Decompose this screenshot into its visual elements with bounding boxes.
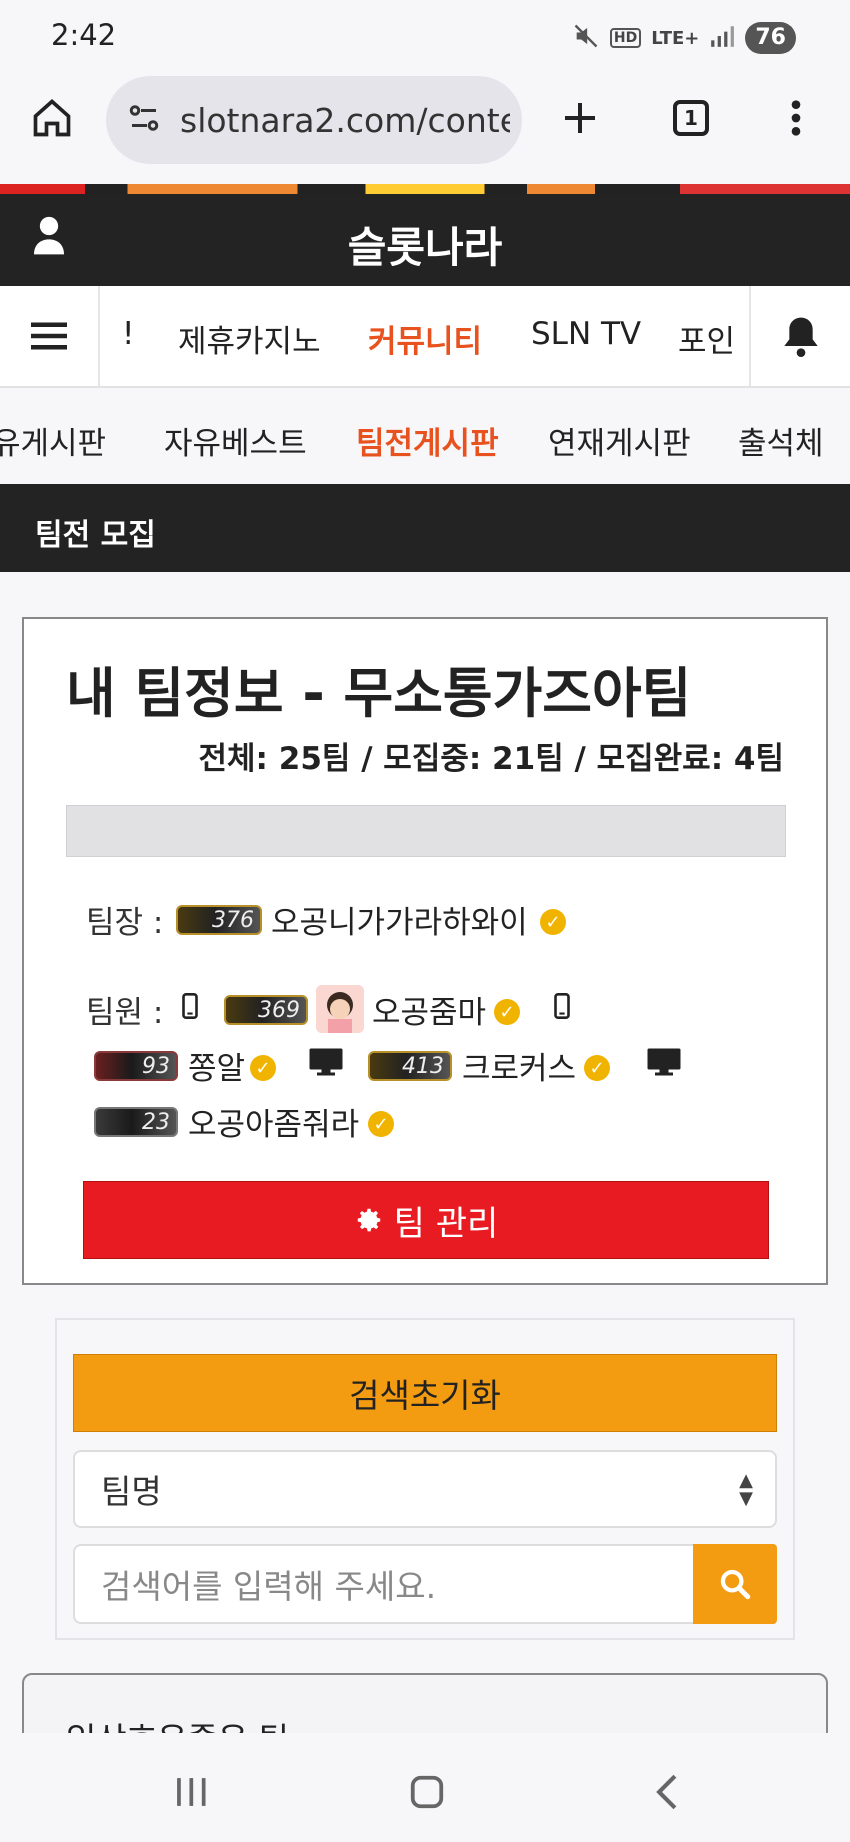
tab-switcher-button[interactable]: 1 (663, 90, 719, 146)
member-name[interactable]: 오공아좀줘라 (188, 1099, 359, 1144)
mobile-icon (554, 993, 570, 1023)
verified-icon: ✓ (250, 1055, 276, 1081)
site-logo[interactable]: 슬롯나라 (0, 214, 850, 275)
top-banner-strip (0, 184, 850, 194)
search-type-select[interactable]: 팀명 ▲ ▼ (73, 1450, 777, 1528)
verified-icon: ✓ (494, 999, 520, 1025)
desktop-icon (308, 1047, 344, 1081)
search-panel: 검색초기화 팀명 ▲ ▼ 검색어를 입력해 주세요. (55, 1318, 795, 1640)
team-stats: 전체: 25팀 / 모집중: 21팀 / 모집완료: 4팀 (198, 741, 784, 777)
main-nav-item-tv[interactable]: SLN TV (531, 316, 641, 352)
sub-nav-item-free-best[interactable]: 자유베스트 (164, 418, 307, 463)
status-bar: 2:42 HD LTE+ 76 (0, 0, 850, 72)
team-progress-bar (66, 805, 786, 857)
home-icon[interactable] (24, 90, 80, 146)
verified-icon: ✓ (540, 909, 566, 935)
level-number: 369 (258, 997, 300, 1023)
member-name[interactable]: 쫑알 (188, 1043, 245, 1088)
section-title: 팀전 모집 (35, 518, 156, 553)
verified-icon: ✓ (584, 1055, 610, 1081)
address-bar[interactable]: slotnara2.com/conte (106, 76, 522, 164)
search-reset-button[interactable]: 검색초기화 (73, 1354, 777, 1432)
menu-icon[interactable] (0, 286, 98, 386)
level-number: 413 (402, 1053, 444, 1079)
site-header: 슬롯나라 (0, 194, 850, 286)
main-nav: ! 제휴카지노 커뮤니티 SLN TV 포인 (0, 286, 850, 388)
sub-nav: 유게시판 자유베스트 팀전게시판 연재게시판 출석체 (0, 388, 850, 484)
level-badge: 369 (224, 995, 308, 1025)
team-manage-button[interactable]: 팀 관리 (83, 1181, 769, 1259)
search-input[interactable]: 검색어를 입력해 주세요. (73, 1544, 693, 1624)
status-time: 2:42 (51, 18, 117, 52)
search-placeholder: 검색어를 입력해 주세요. (101, 1567, 437, 1606)
hd-icon: HD (609, 28, 642, 48)
member-name[interactable]: 크로커스 (462, 1043, 576, 1088)
main-nav-scroll: ! 제휴카지노 커뮤니티 SLN TV 포인 (98, 286, 751, 386)
level-number: 93 (142, 1053, 170, 1079)
desktop-icon (646, 1047, 682, 1081)
sub-nav-item-attendance[interactable]: 출석체 (738, 418, 824, 463)
sub-nav-item-team-board[interactable]: 팀전게시판 (356, 418, 499, 463)
recent-apps-icon[interactable] (172, 1775, 210, 1813)
level-badge: 23 (94, 1107, 178, 1137)
main-nav-item-point[interactable]: 포인 (678, 316, 735, 361)
bell-icon[interactable] (751, 286, 850, 386)
main-nav-item-casino[interactable]: 제휴카지노 (178, 316, 321, 361)
avatar (316, 985, 364, 1033)
tab-count: 1 (673, 100, 709, 136)
search-button[interactable] (693, 1544, 777, 1624)
level-badge: 413 (368, 1051, 452, 1081)
section-header: 팀전 모집 (0, 484, 850, 572)
verified-icon: ✓ (368, 1111, 394, 1137)
level-badge: 376 (176, 905, 262, 935)
new-tab-icon[interactable] (552, 90, 608, 146)
main-nav-item-community[interactable]: 커뮤니티 (368, 316, 482, 361)
select-arrows-icon: ▲ ▼ (739, 1470, 753, 1509)
main-nav-item-partial[interactable]: ! (122, 316, 134, 352)
status-icons: HD LTE+ 76 (572, 22, 796, 54)
level-number: 23 (142, 1109, 170, 1135)
gear-icon (354, 1205, 384, 1235)
select-value: 팀명 (101, 1472, 162, 1511)
team-info-card: 내 팀정보 - 무소통가즈아팀 전체: 25팀 / 모집중: 21팀 / 모집완… (22, 617, 828, 1285)
team-title: 내 팀정보 - 무소통가즈아팀 (66, 662, 692, 725)
mobile-icon (182, 993, 198, 1023)
sub-nav-item-board[interactable]: 유게시판 (0, 418, 106, 463)
system-nav-bar (0, 1733, 850, 1842)
network-type: LTE+ (651, 27, 700, 49)
level-number: 376 (212, 907, 254, 933)
site-settings-icon[interactable] (126, 100, 162, 140)
leader-name[interactable]: 오공니가가라하와이 (271, 897, 528, 942)
home-nav-icon[interactable] (408, 1773, 446, 1815)
url-text: slotnara2.com/conte (180, 100, 510, 140)
level-badge: 93 (94, 1051, 178, 1081)
members-label: 팀원 : (86, 995, 164, 1031)
search-icon (720, 1569, 751, 1600)
member-name[interactable]: 오공줌마 (372, 987, 486, 1032)
back-icon[interactable] (652, 1773, 682, 1815)
browser-toolbar: slotnara2.com/conte 1 (0, 72, 850, 184)
leader-label: 팀장 : (86, 905, 164, 941)
team-manage-label: 팀 관리 (393, 1203, 499, 1244)
sub-nav-item-series-board[interactable]: 연재게시판 (548, 418, 691, 463)
more-menu-icon[interactable] (768, 90, 824, 146)
battery-level: 76 (745, 22, 796, 54)
mute-icon (572, 22, 600, 55)
signal-icon (709, 23, 735, 54)
